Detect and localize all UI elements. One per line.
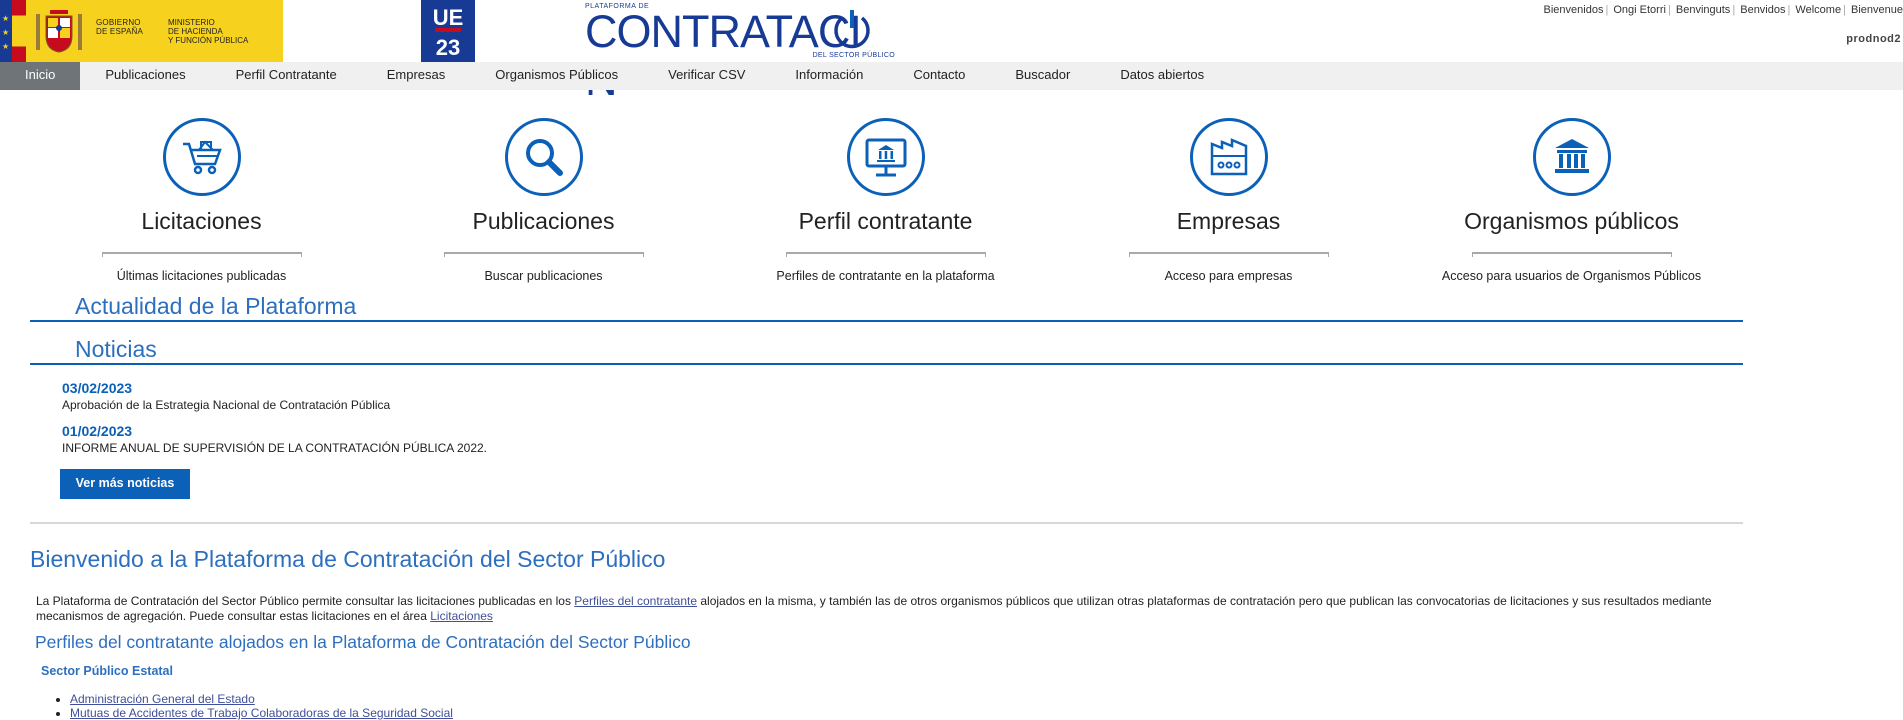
nav-item-contacto[interactable]: Contacto xyxy=(888,62,990,90)
user-name: prodnod2 xyxy=(1846,33,1901,45)
tile-publicaciones[interactable]: Publicaciones Buscar publicaciones xyxy=(372,118,715,283)
nav-item-buscador[interactable]: Buscador xyxy=(990,62,1095,90)
lang-link-eu[interactable]: Ongi Etorri xyxy=(1613,4,1666,16)
more-news-button[interactable]: Ver más noticias xyxy=(60,469,190,499)
brand-bottom-text: DEL SECTOR PÚBLICO xyxy=(812,52,895,59)
tile-rule xyxy=(101,252,302,257)
nav-item-informacion[interactable]: Información xyxy=(770,62,888,90)
tile-title: Empresas xyxy=(1176,208,1281,234)
institution-icon xyxy=(1554,139,1589,173)
lang-link-es[interactable]: Bienvenidos xyxy=(1544,4,1604,16)
tile-subtitle[interactable]: Acceso para empresas xyxy=(1057,269,1400,283)
link-licitaciones[interactable]: Licitaciones xyxy=(430,609,493,623)
nav-item-inicio[interactable]: Inicio xyxy=(0,62,81,90)
list-item: Mutuas de Accidentes de Trabajo Colabora… xyxy=(70,706,453,720)
government-logo[interactable]: ★ ★ ★ GOBIERNO DE ESPAÑA MINISTERIO DE HAC… xyxy=(0,0,283,62)
news-link[interactable]: INFORME ANUAL DE SUPERVISIÓN DE LA CONTR… xyxy=(62,441,487,455)
section-heading-text: Actualidad de la Plataforma xyxy=(75,293,357,319)
nav-item-publicaciones[interactable]: Publicaciones xyxy=(80,62,210,90)
main-nav: Inicio Publicaciones Perfil Contratante … xyxy=(0,62,1903,90)
tile-icon-circle xyxy=(504,118,583,196)
tile-rule xyxy=(1128,252,1329,257)
ue23-logo[interactable]: UE 23 xyxy=(421,0,475,62)
ministry-text: MINISTERIO DE HACIENDA Y FUNCIÓN PÚBLICA xyxy=(168,18,249,45)
section-heading-actualidad: Actualidad de la Plataforma xyxy=(30,293,1743,322)
lang-link-fr[interactable]: Bienvenue xyxy=(1851,4,1903,16)
shopping-cart-icon xyxy=(182,140,222,175)
tile-rule xyxy=(1471,252,1672,257)
tile-subtitle[interactable]: Últimas licitaciones publicadas xyxy=(30,269,373,283)
language-links: Bienvenidos | Ongi Etorri | Benvinguts | Be… xyxy=(1543,4,1903,16)
sector-list: Administración General del Estado Mutuas… xyxy=(45,692,453,720)
site-header: ★ ★ ★ GOBIERNO DE ESPAÑA MINISTERIO DE HAC… xyxy=(0,0,1903,104)
nav-item-perfil-contratante[interactable]: Perfil Contratante xyxy=(211,62,362,90)
lang-link-ca[interactable]: Benvinguts xyxy=(1676,4,1730,16)
search-icon xyxy=(525,139,563,176)
coat-of-arms-icon xyxy=(36,10,82,53)
tile-rule xyxy=(443,252,644,257)
tile-title: Publicaciones xyxy=(472,208,615,234)
power-icon xyxy=(834,10,870,49)
eu-flag-strip: ★ ★ ★ xyxy=(0,0,12,62)
nav-item-verificar-csv[interactable]: Verificar CSV xyxy=(643,62,770,90)
tile-icon-circle xyxy=(1532,118,1611,196)
brand-main-start: CONTRATACI xyxy=(585,6,862,57)
section-heading-text: Noticias xyxy=(75,336,157,362)
monitor-building-icon xyxy=(865,138,906,177)
news-link[interactable]: Aprobación de la Estrategia Nacional de … xyxy=(62,398,390,412)
tile-icon-circle xyxy=(1189,118,1268,196)
nav-item-organismos-publicos[interactable]: Organismos Públicos xyxy=(470,62,643,90)
tile-subtitle[interactable]: Perfiles de contratante en la plataforma xyxy=(714,269,1057,283)
intro-paragraph: La Plataforma de Contratación del Sector… xyxy=(36,594,1741,624)
tile-rule xyxy=(785,252,986,257)
lang-link-gl[interactable]: Benvidos xyxy=(1740,4,1785,16)
tile-subtitle[interactable]: Acceso para usuarios de Organismos Públi… xyxy=(1400,269,1743,283)
tile-perfil-contratante[interactable]: Perfil contratante Perfiles de contratan… xyxy=(714,118,1057,283)
ue23-line2: 23 xyxy=(435,35,461,60)
sector-label: Sector Público Estatal xyxy=(41,664,173,678)
link-perfiles-contratante[interactable]: Perfiles del contratante xyxy=(574,594,697,608)
nav-item-empresas[interactable]: Empresas xyxy=(362,62,471,90)
ue23-line1: UE xyxy=(432,5,464,30)
tile-title: Licitaciones xyxy=(141,208,262,234)
news-date: 01/02/2023 xyxy=(62,423,133,439)
list-item: Administración General del Estado xyxy=(70,692,453,706)
welcome-title: Bienvenido a la Plataforma de Contrataci… xyxy=(30,546,666,572)
factory-icon xyxy=(1210,138,1247,176)
link-administracion-general[interactable]: Administración General del Estado xyxy=(70,692,255,706)
tile-icon-circle xyxy=(846,118,925,196)
platform-logo[interactable]: PLATAFORMA DE CONTRATACIN DEL SECTOR PÚB… xyxy=(585,0,905,104)
government-text: GOBIERNO DE ESPAÑA xyxy=(96,18,143,36)
tile-organismos-publicos[interactable]: Organismos públicos Acceso para usuarios… xyxy=(1400,118,1743,283)
tile-licitaciones[interactable]: Licitaciones Últimas licitaciones public… xyxy=(30,118,373,283)
ue23-bar xyxy=(435,28,461,32)
spain-flag xyxy=(12,0,26,62)
tile-icon-circle xyxy=(162,118,241,196)
tile-subtitle[interactable]: Buscar publicaciones xyxy=(372,269,715,283)
profiles-title: Perfiles del contratante alojados en la … xyxy=(35,632,691,652)
tile-title: Perfil contratante xyxy=(798,208,973,234)
news-date: 03/02/2023 xyxy=(62,380,133,396)
lang-link-en[interactable]: Welcome xyxy=(1795,4,1841,16)
intro-text: La Plataforma de Contratación del Sector… xyxy=(36,594,575,608)
nav-item-datos-abiertos[interactable]: Datos abiertos xyxy=(1095,62,1229,90)
link-mutuas[interactable]: Mutuas de Accidentes de Trabajo Colabora… xyxy=(70,706,453,720)
tile-title: Organismos públicos xyxy=(1464,208,1679,234)
section-heading-noticias: Noticias xyxy=(30,336,1743,365)
tile-empresas[interactable]: Empresas Acceso para empresas xyxy=(1057,118,1400,283)
section-divider xyxy=(30,522,1743,524)
